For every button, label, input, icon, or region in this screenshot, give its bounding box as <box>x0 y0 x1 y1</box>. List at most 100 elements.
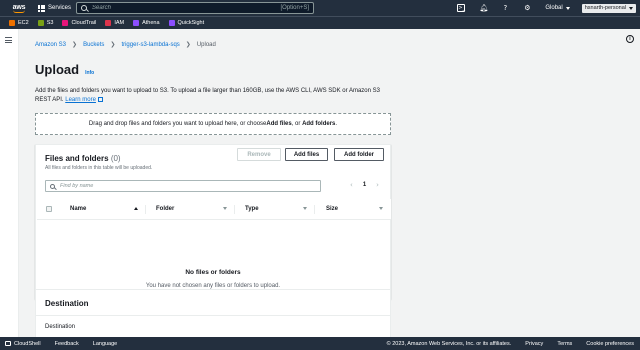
favorite-label: QuickSight <box>177 20 205 26</box>
chevron-right-icon: ❯ <box>72 42 78 48</box>
remove-button[interactable]: Remove <box>237 148 281 161</box>
panel-title: Files and folders (0) <box>45 154 121 163</box>
language-link[interactable]: Language <box>93 341 117 347</box>
column-name[interactable]: Name <box>70 206 86 212</box>
sort-icon[interactable] <box>379 207 383 210</box>
help-icon[interactable]: ? <box>501 4 509 12</box>
empty-state-title: No files or folders <box>185 269 241 276</box>
breadcrumb-bucket[interactable]: trigger-s3-lambda-sqs <box>121 42 179 48</box>
top-navigation: aws Services [Option+S] >_ 🔔︎ ? ⚙ Global… <box>0 0 640 16</box>
column-size[interactable]: Size <box>326 206 338 212</box>
filter-input[interactable] <box>60 183 316 189</box>
quicksight-icon <box>168 20 175 26</box>
favorite-label: IAM <box>114 20 125 26</box>
chevron-right-icon: ❯ <box>185 42 191 48</box>
menu-icon[interactable] <box>5 37 12 43</box>
column-divider[interactable] <box>314 205 315 214</box>
breadcrumb-current: Upload <box>196 41 216 48</box>
side-navigation-rail <box>0 29 19 337</box>
favorite-label: EC2 <box>18 20 29 26</box>
aws-logo[interactable]: aws <box>6 0 32 16</box>
panel-title-text: Files and folders <box>45 154 109 163</box>
learn-more-link[interactable]: Learn more <box>65 97 96 103</box>
select-all-checkbox[interactable] <box>46 206 52 212</box>
privacy-link[interactable]: Privacy <box>525 341 543 347</box>
account-menu[interactable]: hsnarth-personal <box>581 3 636 13</box>
table-header: Name Folder Type Size <box>37 199 391 220</box>
caret-down-icon <box>565 6 570 10</box>
settings-icon[interactable]: ⚙ <box>523 4 531 12</box>
cloudshell-icon[interactable]: >_ <box>457 4 466 12</box>
favorite-quicksight[interactable]: QuickSight <box>168 20 205 26</box>
favorite-cloudtrail[interactable]: CloudTrail <box>62 20 96 26</box>
add-folder-button[interactable]: Add folder <box>334 148 384 161</box>
cloudshell-label: CloudShell <box>14 340 41 347</box>
sort-icon[interactable] <box>303 207 307 210</box>
column-divider[interactable] <box>234 205 235 214</box>
favorite-ec2[interactable]: EC2 <box>9 20 29 26</box>
search-shortcut: [Option+S] <box>280 5 309 11</box>
copyright-text: © 2023, Amazon Web Services, Inc. or its… <box>386 340 512 347</box>
panel-subtitle: All files and folders in this table will… <box>45 165 153 171</box>
feedback-link[interactable]: Feedback <box>55 341 79 347</box>
destination-label: Destination <box>45 324 76 330</box>
s3-icon <box>37 20 44 26</box>
destination-title: Destination <box>36 290 390 316</box>
dropzone-text-suffix: . <box>335 121 338 127</box>
grid-icon <box>38 4 45 12</box>
breadcrumb-buckets[interactable]: Buckets <box>83 42 104 48</box>
file-count: (0) <box>110 154 121 163</box>
favorites-bar: EC2 S3 CloudTrail IAM Athena QuickSight <box>0 16 640 29</box>
page-description: Add the files and folders you want to up… <box>35 87 395 105</box>
breadcrumb-amazon-s3[interactable]: Amazon S3 <box>35 42 66 48</box>
account-label: hsnarth-personal <box>584 5 626 11</box>
dropzone-add-folders: Add folders <box>302 121 336 127</box>
chevron-left-icon[interactable]: ‹ <box>350 181 353 189</box>
ec2-icon <box>9 20 15 26</box>
chevron-right-icon[interactable]: › <box>376 181 379 189</box>
favorite-iam[interactable]: IAM <box>105 20 124 26</box>
favorite-s3[interactable]: S3 <box>37 20 54 26</box>
dropzone-add-files: Add files <box>266 121 292 127</box>
cookie-preferences-link[interactable]: Cookie preferences <box>586 341 634 347</box>
column-type[interactable]: Type <box>245 206 259 212</box>
breadcrumb: Amazon S3 ❯ Buckets ❯ trigger-s3-lambda-… <box>35 41 216 49</box>
region-selector[interactable]: Global <box>545 5 570 11</box>
sort-icon[interactable] <box>223 207 227 210</box>
dropzone-text-middle: , or <box>291 121 303 127</box>
bell-icon[interactable]: 🔔︎ <box>479 4 488 12</box>
services-label: Services <box>48 5 72 11</box>
add-files-button[interactable]: Add files <box>285 148 328 161</box>
page-number[interactable]: 1 <box>363 182 366 188</box>
cloudshell-button[interactable]: CloudShell <box>5 341 41 347</box>
favorite-label: CloudTrail <box>71 20 97 26</box>
upload-dropzone[interactable]: Drag and drop files and folders you want… <box>35 113 391 135</box>
caret-down-icon <box>629 6 633 10</box>
athena-icon <box>133 20 140 26</box>
external-link-icon <box>97 97 103 102</box>
info-panel-icon[interactable]: i <box>626 35 634 43</box>
column-folder[interactable]: Folder <box>156 206 174 212</box>
favorite-label: S3 <box>46 20 54 26</box>
search-icon <box>50 183 55 189</box>
search-icon <box>81 5 87 11</box>
region-label: Global <box>545 5 563 11</box>
search-input[interactable] <box>92 5 281 11</box>
dropzone-text: Drag and drop files and folders you want… <box>88 121 267 127</box>
column-divider[interactable] <box>145 205 146 214</box>
terms-link[interactable]: Terms <box>557 341 572 347</box>
filter-box[interactable] <box>45 180 321 192</box>
sort-ascending-icon[interactable] <box>134 207 138 210</box>
aws-logo-smile <box>13 10 25 13</box>
destination-panel: Destination Destination <box>35 289 391 339</box>
services-menu[interactable]: Services <box>38 4 72 12</box>
cloudtrail-icon <box>62 20 69 26</box>
info-link[interactable]: Info <box>85 70 94 76</box>
files-and-folders-panel: Files and folders (0) All files and fold… <box>35 144 391 299</box>
iam-icon <box>105 20 112 26</box>
global-search[interactable]: [Option+S] <box>76 2 314 14</box>
terminal-icon <box>5 341 11 346</box>
favorite-label: Athena <box>142 20 160 26</box>
favorite-athena[interactable]: Athena <box>133 20 160 26</box>
pagination: ‹ 1 › <box>350 181 379 189</box>
